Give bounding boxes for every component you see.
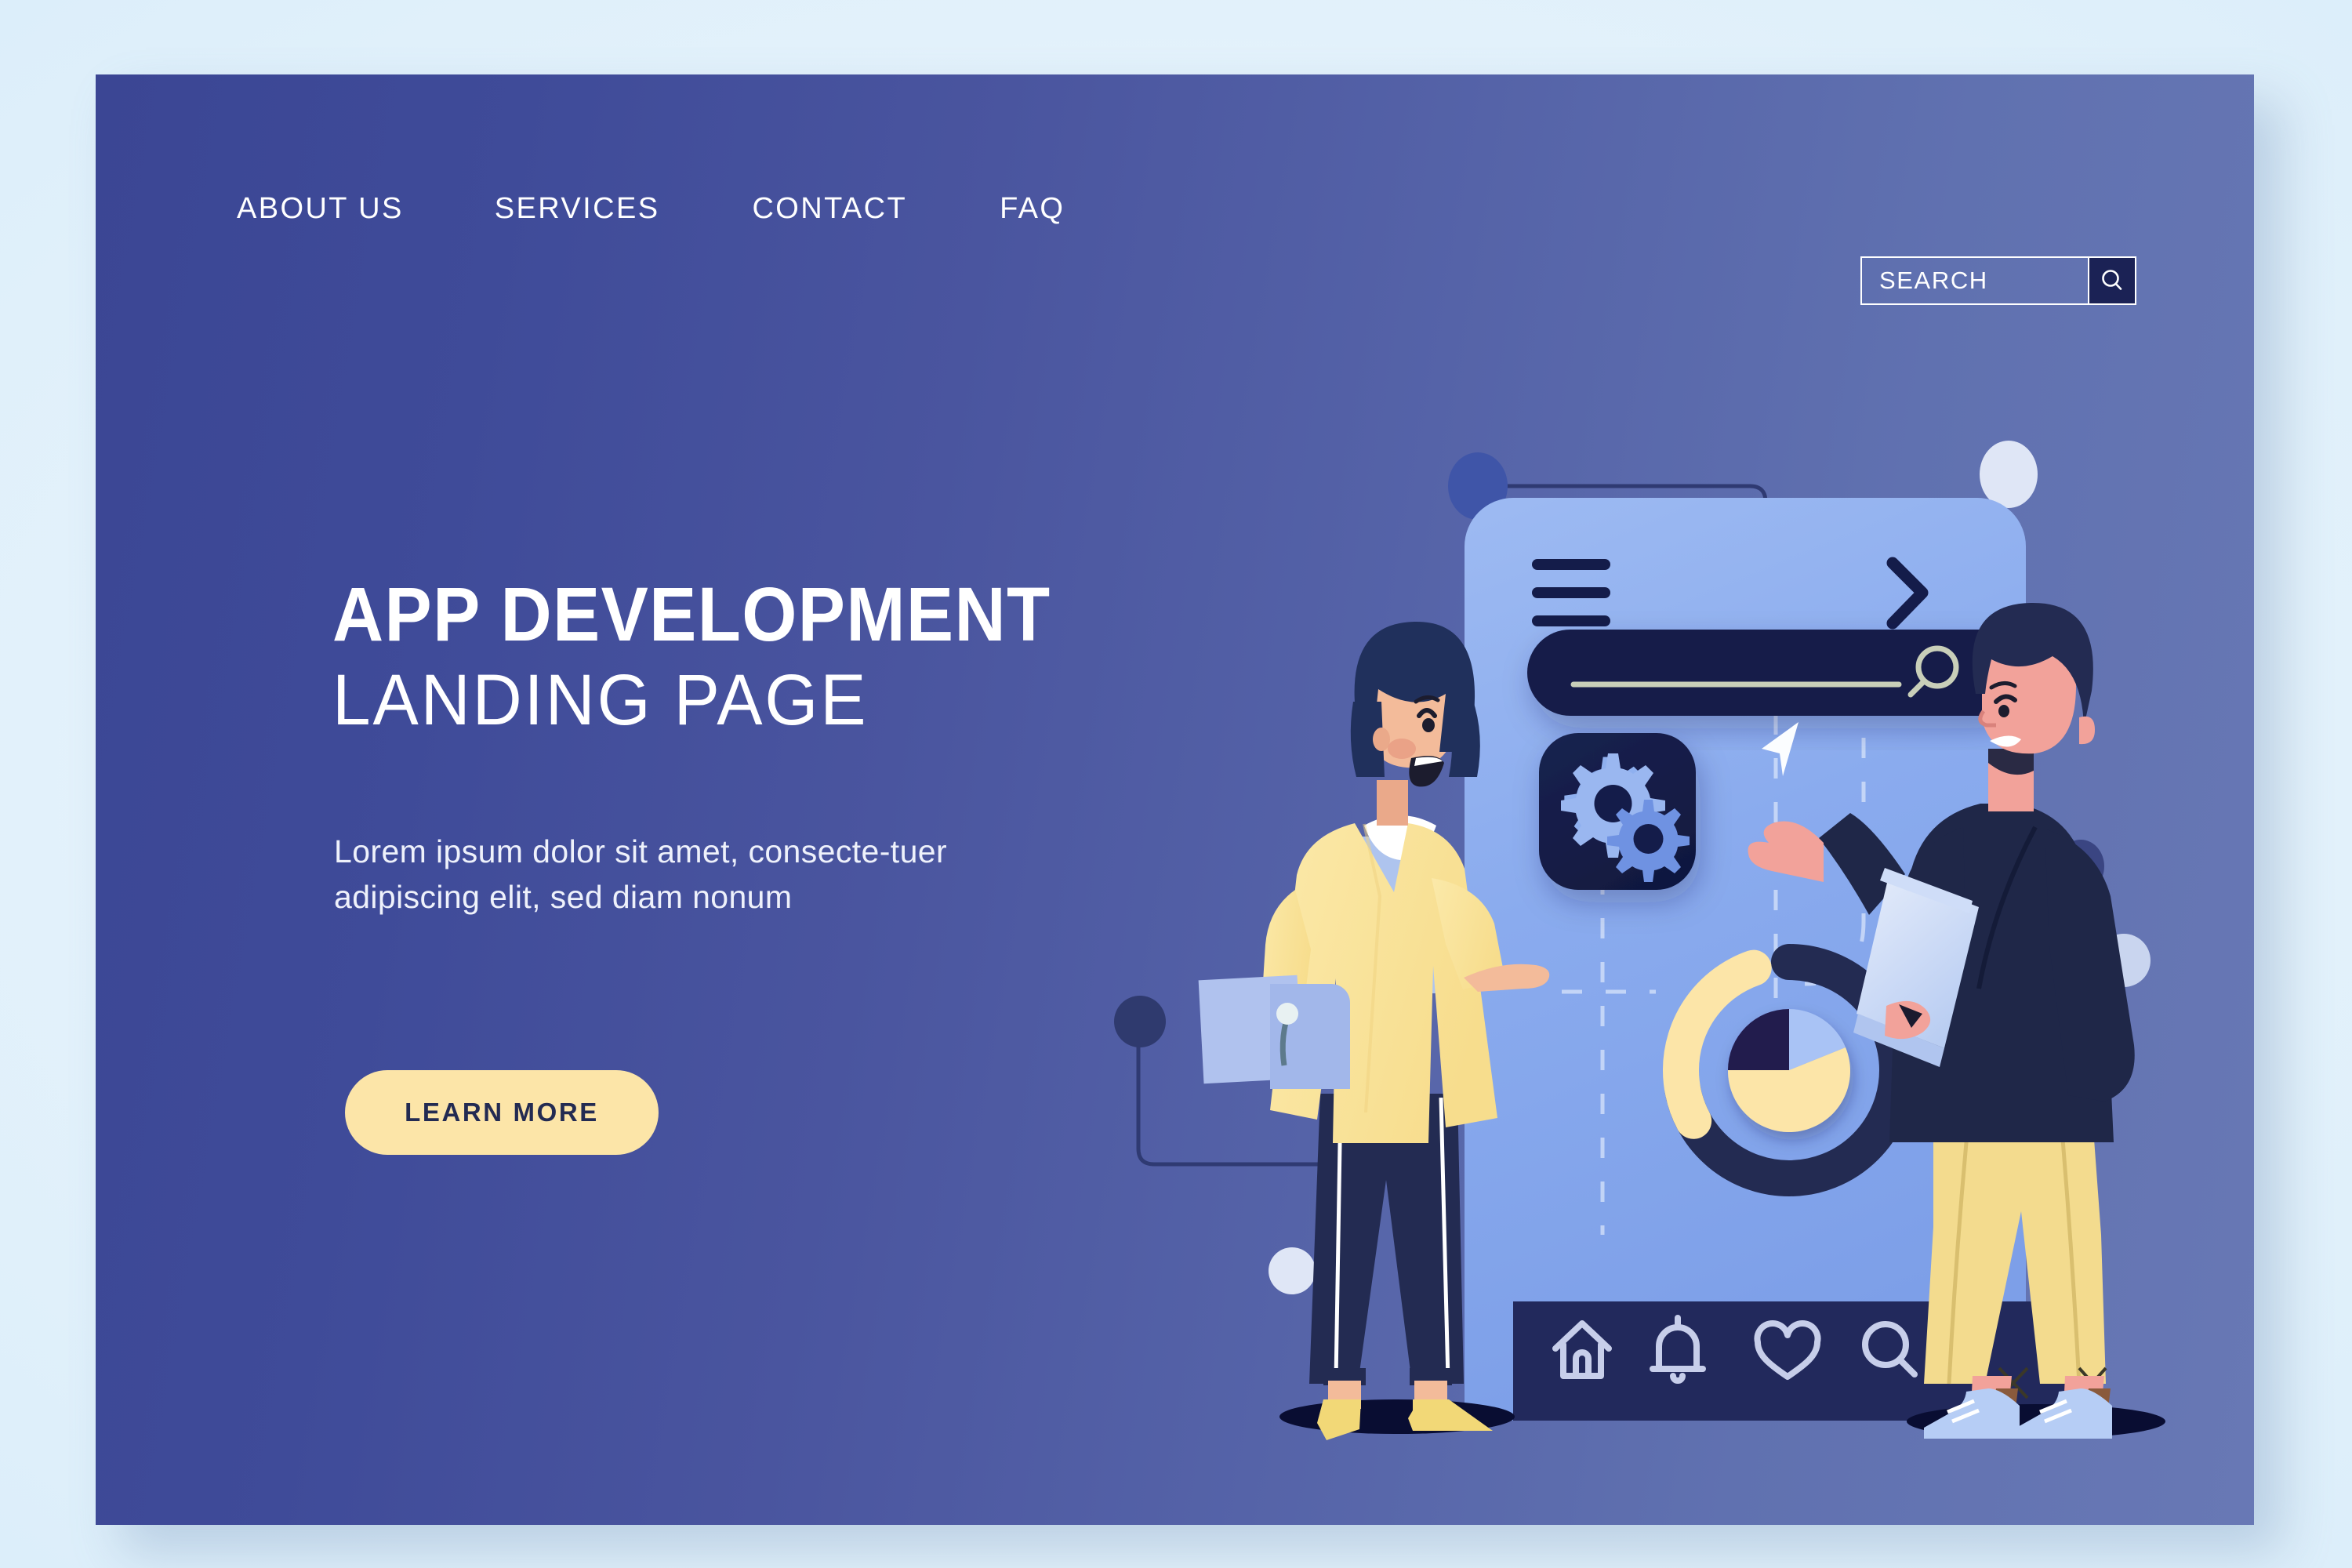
app-tile-gears (1539, 733, 1696, 890)
woman-shoe-right (1408, 1399, 1493, 1431)
man-ear (2079, 716, 2095, 745)
hamburger-menu-icon (1532, 559, 1610, 626)
man-arm-right (2045, 829, 2135, 1102)
man-sweater (1889, 804, 2114, 1142)
woman-eye (1417, 708, 1437, 718)
man-neck (1988, 749, 2034, 811)
woman-hair-back (1350, 702, 1385, 777)
woman-arm-left (1259, 890, 1311, 1050)
document-sheet (1198, 975, 1303, 1084)
search-submit-button[interactable] (2088, 256, 2136, 305)
man-eye (1994, 694, 2017, 704)
donut-ring-chart (1663, 944, 1916, 1196)
page-title-primary: APP DEVELOPMENT (332, 572, 1051, 657)
pie-chart (1727, 1009, 1850, 1132)
woman-shoe-left (1317, 1399, 1361, 1440)
page-title-secondary: LANDING PAGE (332, 660, 869, 740)
bell-icon (1650, 1315, 1706, 1384)
header-search: SEARCH (1860, 256, 2136, 305)
man-pants (1924, 1086, 2106, 1384)
man-shoe-left (1924, 1388, 2020, 1439)
nav-item-about-us[interactable]: ABOUT US (237, 192, 404, 226)
search-input[interactable]: SEARCH (1860, 256, 2088, 305)
dot-white-left (1421, 631, 1462, 672)
nav-item-contact[interactable]: CONTACT (752, 192, 907, 226)
decor-connector-lines (1136, 484, 2082, 1167)
man-mouth (1990, 735, 2021, 747)
phone-guide-lines (1562, 670, 1866, 1235)
learn-more-button[interactable]: LEARN MORE (345, 1070, 659, 1155)
man-character (1748, 602, 2165, 1439)
woman-collar (1364, 815, 1436, 860)
hero-description: Lorem ipsum dolor sit amet, consecte-tue… (334, 833, 948, 916)
man-arm-left (1899, 827, 1965, 978)
woman-neck (1377, 780, 1408, 826)
tablet-device (1853, 868, 1979, 1067)
man-shoe-right (2016, 1388, 2112, 1439)
hero-heading-group: APP DEVELOPMENT LANDING PAGE (332, 576, 1273, 741)
folder-icon (1270, 984, 1350, 1089)
search-placeholder-text: SEARCH (1879, 267, 1988, 294)
gear-large-icon (1561, 753, 1665, 858)
man-hand-right-grip (1885, 1000, 1931, 1040)
man-nose (1978, 710, 1996, 728)
woman-face (1364, 631, 1458, 768)
woman-hand-right (1464, 964, 1550, 992)
woman-shadow (1279, 1399, 1515, 1434)
man-hair (1972, 602, 2093, 727)
woman-character (1198, 621, 1550, 1440)
dot-white-upper-right (1980, 441, 2038, 508)
hero-card: ABOUT US SERVICES CONTACT FAQ SEARCH APP… (96, 74, 2254, 1525)
phone-mockup (1465, 498, 2026, 1421)
woman-mouth (1409, 756, 1444, 787)
home-icon (1552, 1320, 1612, 1379)
woman-ear (1373, 728, 1390, 751)
woman-blush (1388, 739, 1416, 759)
dot-navy-left-lower (1114, 996, 1166, 1047)
dot-navy-right (2057, 840, 2104, 893)
nav-item-services[interactable]: SERVICES (495, 192, 660, 226)
search-icon (1907, 645, 1959, 698)
gears-icon (1564, 757, 1650, 843)
woman-hand-left (1263, 1034, 1303, 1068)
search-icon (1862, 1321, 1918, 1377)
phone-bottom-nav (1513, 1301, 2074, 1421)
woman-hair (1354, 621, 1475, 752)
man-shadow (1907, 1404, 2165, 1439)
woman-hair-side (1446, 699, 1480, 777)
nav-item-faq[interactable]: FAQ (1000, 192, 1065, 226)
man-hand-left (1748, 821, 1824, 882)
phone-search-bar (1527, 630, 2021, 716)
woman-arm-right (1432, 878, 1505, 989)
location-pointer-icon (1762, 722, 1798, 776)
dot-navy-large (1448, 452, 1508, 520)
woman-pants (1309, 1094, 1464, 1384)
chevron-right-icon (1886, 557, 1929, 630)
heart-icon (1754, 1319, 1821, 1380)
main-navigation: ABOUT US SERVICES CONTACT FAQ (237, 192, 1065, 226)
gear-small-icon (1607, 800, 1690, 882)
dot-white-lower-left (1269, 1247, 1316, 1294)
woman-coat (1270, 823, 1497, 1143)
man-face (1982, 619, 2076, 754)
dot-white-lower-right (2097, 934, 2151, 987)
search-icon (2102, 270, 2122, 290)
woman-shirt (1347, 837, 1441, 993)
man-arm-left-raise (1819, 813, 1905, 915)
